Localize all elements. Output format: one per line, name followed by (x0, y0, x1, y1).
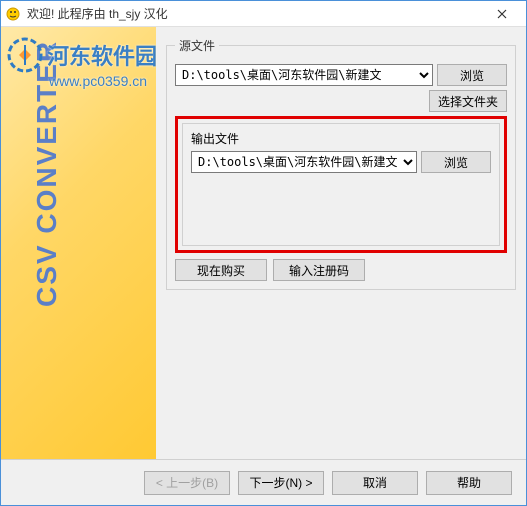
source-fieldset: 源文件 D:\tools\桌面\河东软件园\新建文 浏览 选择文件夹 输出文件 (166, 37, 516, 290)
sidebar: CSV CONVERTER (1, 27, 156, 459)
help-button[interactable]: 帮助 (426, 471, 512, 495)
titlebar: 欢迎! 此程序由 th_sjy 汉化 (1, 1, 526, 27)
cancel-button[interactable]: 取消 (332, 471, 418, 495)
output-legend: 输出文件 (191, 130, 491, 147)
browse-output-button[interactable]: 浏览 (421, 151, 491, 173)
output-path-input[interactable]: D:\tools\桌面\河东软件园\新建文 (191, 151, 417, 173)
output-fieldset: 输出文件 D:\tools\桌面\河东软件园\新建文 浏览 (182, 123, 500, 246)
wizard-footer: < 上一步(B) 下一步(N) > 取消 帮助 (1, 459, 526, 505)
next-button[interactable]: 下一步(N) > (238, 471, 324, 495)
sidebar-logo-text: CSV CONVERTER (31, 40, 63, 307)
content-area: 河东软件园 www.pc0359.cn CSV CONVERTER 源文件 D:… (1, 27, 526, 459)
main-panel: 源文件 D:\tools\桌面\河东软件园\新建文 浏览 选择文件夹 输出文件 (156, 27, 526, 459)
back-button[interactable]: < 上一步(B) (144, 471, 230, 495)
close-button[interactable] (482, 2, 522, 26)
browse-source-button[interactable]: 浏览 (437, 64, 507, 86)
source-path-input[interactable]: D:\tools\桌面\河东软件园\新建文 (175, 64, 433, 86)
main-window: 欢迎! 此程序由 th_sjy 汉化 河东软件园 www.pc0359.cn C… (0, 0, 527, 506)
window-title: 欢迎! 此程序由 th_sjy 汉化 (27, 5, 482, 22)
output-highlight-box: 输出文件 D:\tools\桌面\河东软件园\新建文 浏览 (175, 116, 507, 253)
source-legend: 源文件 (175, 37, 219, 54)
select-folder-button[interactable]: 选择文件夹 (429, 90, 507, 112)
app-icon (5, 6, 21, 22)
output-empty-area (191, 177, 491, 237)
buy-now-button[interactable]: 现在购买 (175, 259, 267, 281)
enter-reg-button[interactable]: 输入注册码 (273, 259, 365, 281)
